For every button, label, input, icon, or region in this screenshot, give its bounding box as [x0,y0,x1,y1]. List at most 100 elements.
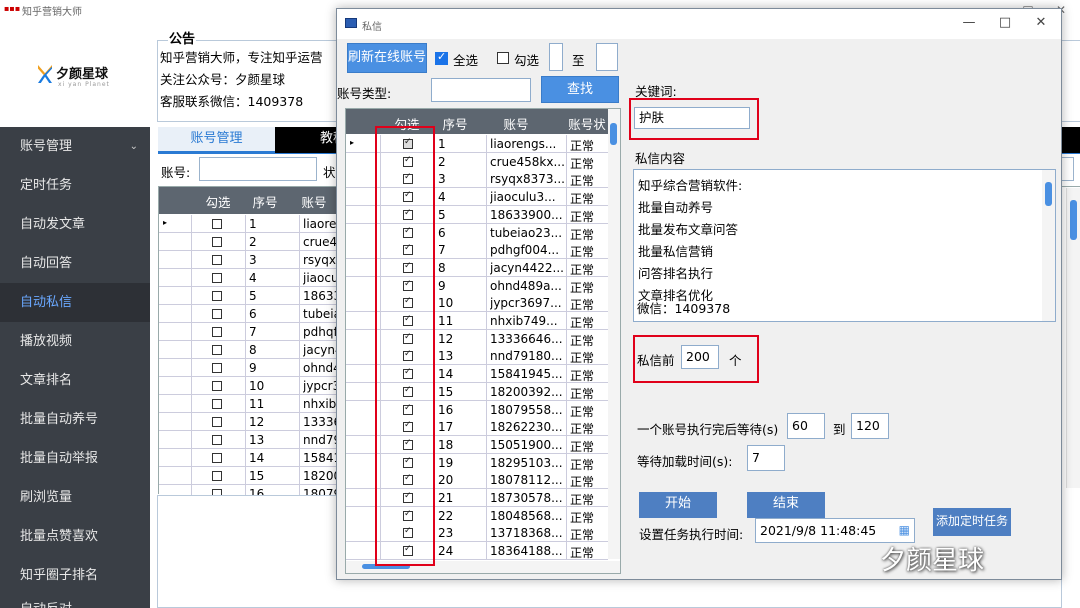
row-status: 正常 [570,475,595,490]
table-row[interactable]: 14 15841 [159,449,339,467]
row-account: rsyqx8373... [490,172,564,187]
logo-subtitle: xi yan Planet [58,81,110,88]
sidebar-item-auto-dm[interactable]: 自动私信 [0,283,150,322]
row-status: 正常 [570,457,595,472]
table-row[interactable]: 3 rsyqx8 [159,251,339,269]
row-checkbox[interactable] [212,219,222,229]
sidebar-item-auto-answer[interactable]: 自动回答 [0,244,150,283]
row-status: 正常 [570,386,595,401]
wait-from-input[interactable]: 60 [787,413,825,439]
row-account: jypcr3697... [490,296,562,311]
range-to-input[interactable] [596,43,618,71]
row-checkbox[interactable] [212,471,222,481]
row-account: nhxib749... [490,314,558,328]
refresh-online-button[interactable]: 刷新在线账号 [347,43,427,73]
row-account: 18633 [303,289,339,303]
table-row[interactable]: 9 ohnd4 [159,359,339,377]
row-account: 13718368... [490,526,563,541]
row-no: 7 [249,325,257,339]
sidebar-item-article-rank[interactable]: 文章排名 [0,361,150,400]
row-checkbox[interactable] [212,417,222,427]
sidebar-item-play-video[interactable]: 播放视频 [0,322,150,361]
check-range-checkbox[interactable] [497,52,509,64]
row-account: crue45 [303,235,339,249]
row-checkbox[interactable] [212,273,222,283]
sidebar-item-batch-report[interactable]: 批量自动举报 [0,439,150,478]
row-account: 15051900... [490,437,563,452]
row-account: jiaocu [303,271,339,285]
sidebar-item-scheduled-tasks[interactable]: 定时任务 [0,166,150,205]
row-account: nnd79180... [490,349,563,364]
scroll-thumb[interactable] [1045,182,1052,206]
table-row[interactable]: 12 13336 [159,413,339,431]
table-row[interactable]: 5 18633 [159,287,339,305]
grid-header-account: 账号 [289,192,339,210]
start-button[interactable]: 开始 [639,492,717,518]
wait-to-input[interactable]: 120 [851,413,889,439]
dialog-minimize-button[interactable]: — [951,12,987,36]
table-row[interactable]: 10 jypcr3 [159,377,339,395]
dialog-close-button[interactable]: ✕ [1023,12,1059,36]
sidebar-item-auto-article[interactable]: 自动发文章 [0,205,150,244]
load-time-input[interactable]: 7 [747,445,785,471]
schedule-label: 设置任务执行时间: [639,527,744,542]
row-checkbox[interactable] [212,345,222,355]
row-checkbox[interactable] [212,381,222,391]
sidebar-item-circle-rank[interactable]: 知乎圈子排名 [0,556,150,595]
scroll-thumb[interactable] [610,123,617,145]
table-row[interactable]: 4 jiaocu [159,269,339,287]
row-status: 正常 [570,546,595,561]
row-checkbox[interactable] [212,453,222,463]
row-no: 2 [438,154,446,169]
row-checkbox[interactable] [212,309,222,319]
msg-line: 批量发布文章问答 [638,222,739,237]
row-checkbox[interactable] [212,363,222,373]
calendar-icon[interactable]: ▦ [899,519,910,542]
row-no: 21 [438,491,454,505]
table-row[interactable]: 8 jacyn4 [159,341,339,359]
table-row[interactable]: 13 nnd79 [159,431,339,449]
msg-scrollbar[interactable] [1042,170,1055,321]
row-checkbox[interactable] [212,237,222,247]
row-account: nhxib [303,397,337,411]
sidebar-item-auto-oppose[interactable]: 自动反对 [0,595,150,608]
row-checkbox[interactable] [212,399,222,409]
tab-account-mgmt[interactable]: 账号管理 [158,127,275,153]
announcement-line: 知乎营销大师，专注知乎运营 [160,50,323,65]
row-account: 18200 [303,469,339,483]
table-row[interactable]: 15 18200 [159,467,339,485]
sidebar-item-account-mgmt[interactable]: 账号管理 ⌄ [0,127,150,166]
account-type-input[interactable] [431,78,531,102]
dialog-grid-vscroll[interactable] [608,109,620,559]
sidebar-item-batch-nurture[interactable]: 批量自动养号 [0,400,150,439]
main-grid-scrollbar[interactable] [1066,188,1080,488]
table-row[interactable]: 2 crue45 [159,233,339,251]
search-button[interactable]: 查找 [541,76,619,103]
row-status: 正常 [570,227,595,242]
dialog-maximize-button[interactable]: □ [987,12,1023,36]
table-row[interactable]: 6 tubeia [159,305,339,323]
app-title: 知乎营销大师 [22,7,82,18]
row-no: 5 [438,207,446,222]
row-checkbox[interactable] [212,435,222,445]
account-type-label: 账号类型: [337,86,392,101]
row-no: 17 [438,420,454,435]
table-row[interactable]: 7 pdhqf [159,323,339,341]
sidebar-item-views[interactable]: 刷浏览量 [0,478,150,517]
row-no: 1 [438,137,446,151]
row-account: 18048568... [490,508,563,523]
select-all-label: 全选 [453,53,479,68]
row-checkbox[interactable] [212,291,222,301]
grid-header-check: 勾选 [193,192,243,210]
scroll-thumb[interactable] [1070,200,1077,240]
account-input[interactable] [199,157,317,181]
row-checkbox[interactable] [212,327,222,337]
table-row[interactable]: 11 nhxib [159,395,339,413]
range-from-input[interactable] [549,43,563,71]
table-row[interactable]: 1 liaorer ▸ [159,215,339,233]
row-checkbox[interactable] [212,255,222,265]
add-scheduled-task-button[interactable]: 添加定时任务 [933,508,1011,536]
sidebar-item-batch-like[interactable]: 批量点赞喜欢 [0,517,150,556]
stop-button[interactable]: 结束 [747,492,825,518]
select-all-checkbox[interactable]: ✓ [435,50,448,65]
